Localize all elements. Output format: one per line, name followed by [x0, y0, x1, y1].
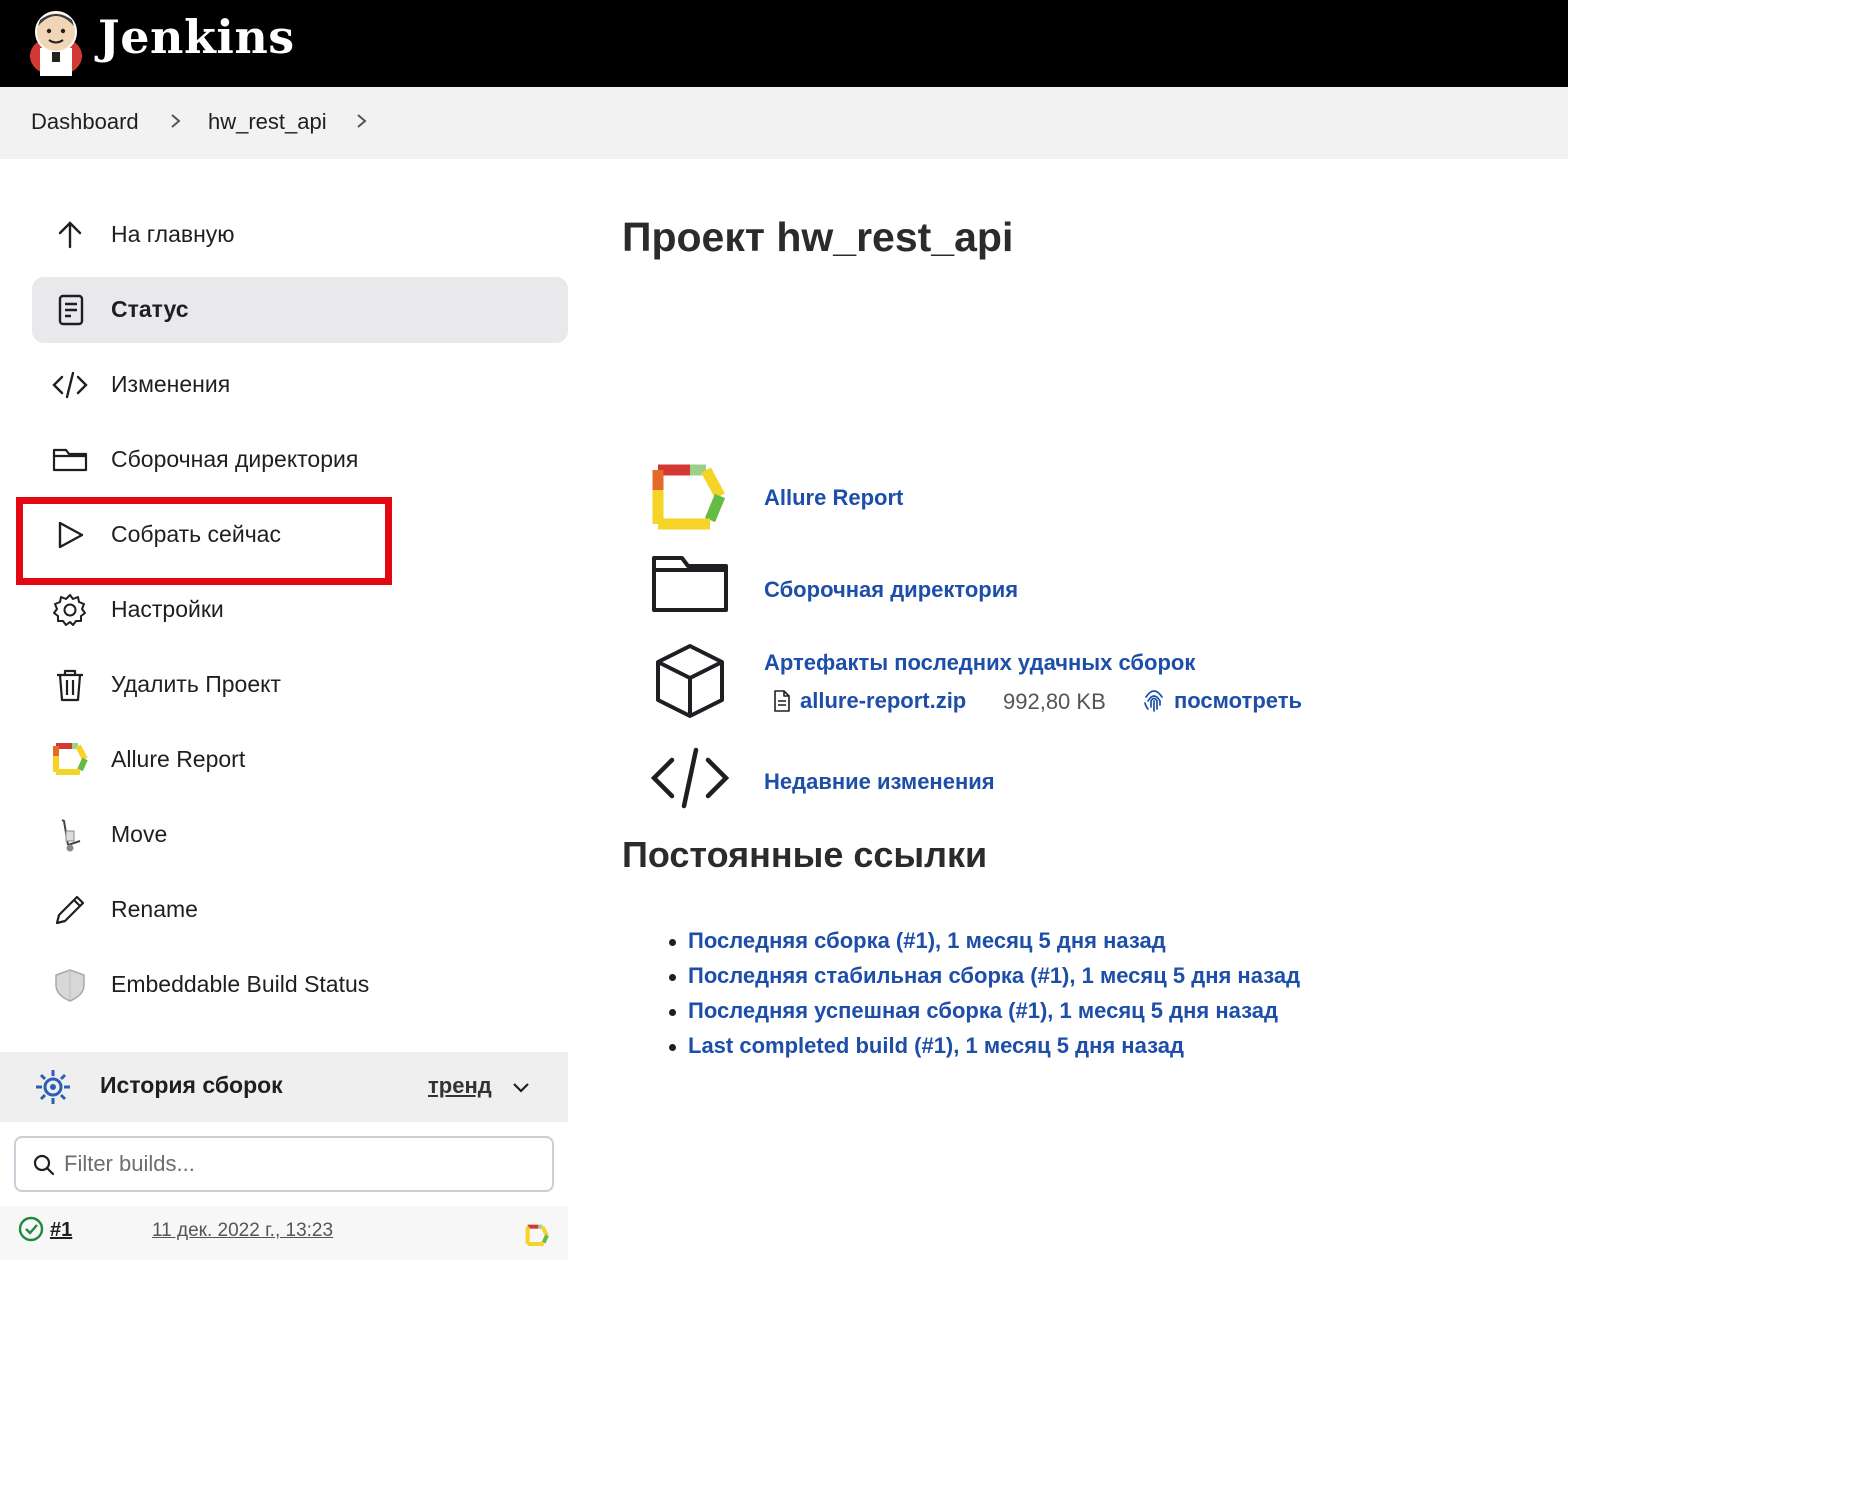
search-icon: [33, 1154, 55, 1176]
recent-changes-link[interactable]: Недавние изменения: [764, 769, 995, 795]
permalinks-list: Последняя сборка (#1), 1 месяц 5 дня наз…: [668, 928, 1300, 1068]
chevron-down-icon[interactable]: [510, 1076, 532, 1098]
artifact-file-link[interactable]: allure-report.zip: [800, 688, 966, 714]
sidebar-item-rename[interactable]: Rename: [32, 877, 568, 943]
fingerprint-view-link[interactable]: посмотреть: [1174, 688, 1302, 714]
build-history-title: История сборок: [100, 1072, 283, 1098]
page-title: Проект hw_rest_api: [622, 214, 1014, 260]
build-number-link[interactable]: #1: [50, 1219, 72, 1242]
chevron-right-icon[interactable]: [352, 107, 372, 135]
package-box-icon[interactable]: [650, 642, 730, 722]
sidebar-item-workspace[interactable]: Сборочная директория: [32, 427, 568, 493]
sidebar-item-label: Сборочная директория: [111, 446, 359, 472]
allure-report-link[interactable]: Allure Report: [764, 485, 903, 511]
breadcrumb: Dashboard hw_rest_api: [0, 87, 1568, 159]
sidebar-item-configure[interactable]: Настройки: [32, 577, 568, 643]
sidebar-item-label: Allure Report: [111, 746, 246, 772]
pencil-icon: [55, 895, 85, 925]
folder-icon[interactable]: [650, 548, 730, 628]
file-icon: [774, 690, 790, 712]
filter-builds-input[interactable]: [64, 1148, 534, 1180]
sidebar-item-delete-project[interactable]: Удалить Проект: [32, 652, 568, 718]
chevron-right-icon[interactable]: [166, 107, 186, 135]
permalink-last-successful-build[interactable]: Последняя успешная сборка (#1), 1 месяц …: [668, 998, 1300, 1033]
last-successful-artifacts-link[interactable]: Артефакты последних удачных сборок: [764, 650, 1195, 676]
sidebar-item-label: На главную: [111, 221, 235, 247]
sidebar-item-status[interactable]: Статус: [32, 277, 568, 343]
sidebar-item-label: Embeddable Build Status: [111, 971, 370, 997]
sidebar-item-label: Rename: [111, 896, 198, 922]
sidebar-item-move[interactable]: Move: [32, 802, 568, 868]
jenkins-logo-icon[interactable]: [26, 4, 86, 78]
sidebar-item-label: Статус: [111, 296, 189, 322]
sidebar-item-allure-report[interactable]: Allure Report: [32, 727, 568, 793]
filter-builds-field[interactable]: [14, 1136, 554, 1192]
artifact-size: 992,80 KB: [1003, 689, 1106, 714]
permalink-last-build[interactable]: Последняя сборка (#1), 1 месяц 5 дня наз…: [668, 928, 1300, 963]
shield-icon: [55, 969, 85, 1002]
build-history-icon: [36, 1070, 70, 1104]
build-date-link[interactable]: 11 дек. 2022 г., 13:23: [152, 1220, 333, 1242]
trend-link[interactable]: тренд: [428, 1073, 492, 1099]
build-history-header: История сборок тренд: [0, 1052, 568, 1122]
code-icon[interactable]: [650, 738, 730, 818]
hand-truck-icon: [61, 819, 81, 852]
build-row[interactable]: #1 11 дек. 2022 г., 13:23: [0, 1206, 568, 1260]
sidebar-item-label: Удалить Проект: [111, 671, 281, 697]
sidebar-item-changes[interactable]: Изменения: [32, 352, 568, 418]
arrow-up-icon: [58, 221, 82, 249]
app-name[interactable]: Jenkins: [98, 10, 295, 64]
permalinks-title: Постоянные ссылки: [622, 834, 988, 875]
top-header: Jenkins: [0, 0, 1568, 87]
allure-icon[interactable]: [650, 460, 730, 540]
gear-icon: [53, 594, 86, 626]
success-check-icon: [18, 1216, 44, 1242]
trash-icon: [57, 669, 83, 702]
document-icon: [58, 294, 84, 326]
sidebar-item-label: Изменения: [111, 371, 231, 397]
breadcrumb-dashboard[interactable]: Dashboard: [31, 109, 139, 135]
highlight-frame: [16, 497, 392, 585]
breadcrumb-project[interactable]: hw_rest_api: [208, 109, 327, 135]
sidebar-item-label: Move: [111, 821, 168, 847]
allure-icon[interactable]: [525, 1224, 549, 1248]
permalink-last-stable-build[interactable]: Последняя стабильная сборка (#1), 1 меся…: [668, 963, 1300, 998]
sidebar-item-home[interactable]: На главную: [32, 202, 568, 268]
sidebar-item-embeddable-build-status[interactable]: Embeddable Build Status: [32, 952, 568, 1018]
code-icon: [52, 371, 88, 399]
fingerprint-icon[interactable]: [1142, 685, 1166, 713]
sidebar-item-label: Настройки: [111, 596, 224, 622]
allure-icon: [53, 743, 88, 775]
folder-icon: [52, 448, 88, 472]
permalink-last-completed-build[interactable]: Last completed build (#1), 1 месяц 5 дня…: [668, 1033, 1300, 1068]
workspace-link[interactable]: Сборочная директория: [764, 577, 1018, 603]
